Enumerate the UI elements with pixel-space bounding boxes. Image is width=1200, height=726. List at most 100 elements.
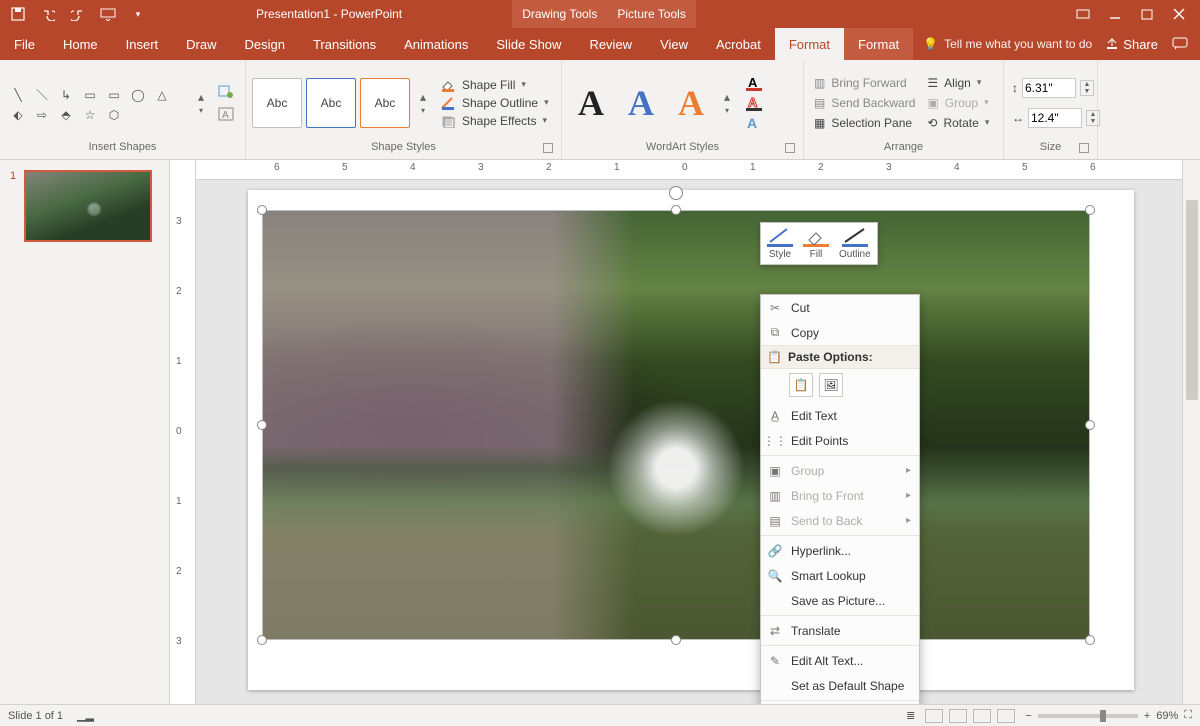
ctx-copy[interactable]: ⧉Copy [761, 320, 919, 345]
tab-animations[interactable]: Animations [390, 28, 482, 60]
tab-draw[interactable]: Draw [172, 28, 230, 60]
shape-style-3[interactable]: Abc [360, 78, 410, 128]
normal-view-icon[interactable] [925, 709, 943, 723]
tab-design[interactable]: Design [231, 28, 299, 60]
save-icon[interactable] [10, 6, 26, 22]
ctx-default-shape[interactable]: Set as Default Shape [761, 673, 919, 698]
tab-home[interactable]: Home [49, 28, 112, 60]
zoom-out-icon[interactable]: − [1025, 710, 1031, 722]
mini-fill[interactable]: Fill [803, 227, 829, 260]
shape-arrowL-icon[interactable]: ⬖ [6, 105, 30, 125]
wordart-1[interactable]: A [568, 82, 614, 124]
contextual-tab-picture[interactable]: Picture Tools [607, 0, 695, 28]
tab-acrobat[interactable]: Acrobat [702, 28, 775, 60]
reading-view-icon[interactable] [973, 709, 991, 723]
shapes-more[interactable]: ▴▾ [192, 90, 209, 115]
spellcheck-icon[interactable]: ▁▂ [77, 709, 94, 722]
shape-star-icon[interactable]: ☆ [78, 105, 102, 125]
sel-handle-tm[interactable] [671, 205, 681, 215]
width-field[interactable]: ↔ ▲▼ [1012, 108, 1100, 128]
undo-icon[interactable] [40, 6, 56, 22]
sel-handle-br[interactable] [1085, 635, 1095, 645]
height-spinner[interactable]: ▲▼ [1080, 80, 1094, 96]
slide-canvas[interactable]: Style Fill Outline ✂Cut ⧉Copy 📋Paste Opt… [196, 180, 1182, 704]
wordart-dialog-icon[interactable] [785, 143, 795, 153]
vscroll-thumb[interactable] [1186, 200, 1198, 400]
shape-style-1[interactable]: Abc [252, 78, 302, 128]
tab-format-drawing[interactable]: Format [775, 28, 844, 60]
zoom-value[interactable]: 69% [1156, 710, 1178, 722]
sel-handle-bm[interactable] [671, 635, 681, 645]
paste-opt-2[interactable]: 🖼 [819, 373, 843, 397]
shape-rect2-icon[interactable]: ▭ [102, 85, 126, 105]
text-effects-icon[interactable]: A [744, 115, 764, 131]
shape-oval-icon[interactable]: ◯ [126, 85, 150, 105]
shape-connector-icon[interactable]: ↳ [54, 85, 78, 105]
maximize-icon[interactable] [1140, 7, 1154, 21]
tab-slideshow[interactable]: Slide Show [482, 28, 575, 60]
width-input[interactable] [1028, 108, 1082, 128]
ctx-translate[interactable]: ⇄Translate [761, 618, 919, 643]
ctx-cut[interactable]: ✂Cut [761, 295, 919, 320]
edit-shape-icon[interactable] [217, 84, 235, 100]
ribbon-display-icon[interactable] [1076, 7, 1090, 21]
wordart-2[interactable]: A [618, 82, 664, 124]
tab-transitions[interactable]: Transitions [299, 28, 390, 60]
width-spinner[interactable]: ▲▼ [1086, 110, 1100, 126]
shape-line2-icon[interactable]: ＼ [30, 85, 54, 105]
rotate-handle[interactable] [669, 186, 683, 200]
selection-pane-button[interactable]: ▦Selection Pane [814, 116, 915, 130]
zoom-in-icon[interactable]: + [1144, 710, 1150, 722]
shape-outline-button[interactable]: Shape Outline ▾ [440, 96, 549, 110]
shape-style-2[interactable]: Abc [306, 78, 356, 128]
close-icon[interactable] [1172, 7, 1186, 21]
size-dialog-icon[interactable] [1079, 143, 1089, 153]
qat-more-icon[interactable]: ▾ [130, 6, 146, 22]
tab-review[interactable]: Review [575, 28, 646, 60]
text-outline-icon[interactable]: A [744, 95, 764, 111]
mini-style[interactable]: Style [767, 227, 793, 260]
shape-arrowR-icon[interactable]: ⇨ [30, 105, 54, 125]
slide-thumbnails[interactable]: 1 [0, 160, 170, 704]
text-box-icon[interactable]: A [217, 106, 235, 122]
sel-handle-tr[interactable] [1085, 205, 1095, 215]
sel-handle-bl[interactable] [257, 635, 267, 645]
ctx-edit-text[interactable]: A̲Edit Text [761, 403, 919, 428]
share-button[interactable]: Share [1105, 37, 1158, 52]
sel-handle-tl[interactable] [257, 205, 267, 215]
slideshow-view-icon[interactable] [997, 709, 1015, 723]
start-slideshow-icon[interactable] [100, 6, 116, 22]
wordart-more[interactable]: ▴▾ [718, 90, 736, 115]
height-field[interactable]: ↕ ▲▼ [1012, 78, 1100, 98]
ctx-save-picture[interactable]: Save as Picture... [761, 588, 919, 613]
shape-hex-icon[interactable]: ⬡ [102, 105, 126, 125]
notes-button[interactable]: ≣ [906, 709, 915, 722]
tab-file[interactable]: File [0, 28, 49, 60]
zoom-control[interactable]: − + 69% ⛶ [1025, 709, 1192, 722]
shape-rect-icon[interactable]: ▭ [78, 85, 102, 105]
contextual-tab-drawing[interactable]: Drawing Tools [512, 0, 607, 28]
slide-thumb-1[interactable] [24, 170, 152, 242]
shape-line-icon[interactable]: ╲ [6, 85, 30, 105]
vertical-scrollbar[interactable] [1182, 160, 1200, 704]
ctx-smart-lookup[interactable]: 🔍Smart Lookup [761, 563, 919, 588]
shape-fill-button[interactable]: Shape Fill ▾ [440, 78, 549, 92]
paste-opt-1[interactable]: 📋 [789, 373, 813, 397]
shapes-gallery[interactable]: ╲ ＼ ↳ ▭ ▭ ◯ △ ⬖ ⇨ ⬘ ☆ ⬡ [6, 81, 188, 125]
tell-me[interactable]: 💡 Tell me what you want to do [913, 28, 1092, 60]
ctx-edit-points[interactable]: ⋮⋮Edit Points [761, 428, 919, 453]
tab-insert[interactable]: Insert [112, 28, 173, 60]
tab-format-picture[interactable]: Format [844, 28, 913, 60]
zoom-slider[interactable] [1038, 714, 1138, 718]
ctx-alt-text[interactable]: ✎Edit Alt Text... [761, 648, 919, 673]
shape-arrowU-icon[interactable]: ⬘ [54, 105, 78, 125]
slide[interactable] [248, 190, 1134, 690]
height-input[interactable] [1022, 78, 1076, 98]
comments-icon[interactable] [1172, 37, 1188, 51]
sorter-view-icon[interactable] [949, 709, 967, 723]
ctx-hyperlink[interactable]: 🔗Hyperlink... [761, 538, 919, 563]
shape-styles-dialog-icon[interactable] [543, 143, 553, 153]
tab-view[interactable]: View [646, 28, 702, 60]
sel-handle-mr[interactable] [1085, 420, 1095, 430]
text-fill-icon[interactable]: A [744, 75, 764, 91]
